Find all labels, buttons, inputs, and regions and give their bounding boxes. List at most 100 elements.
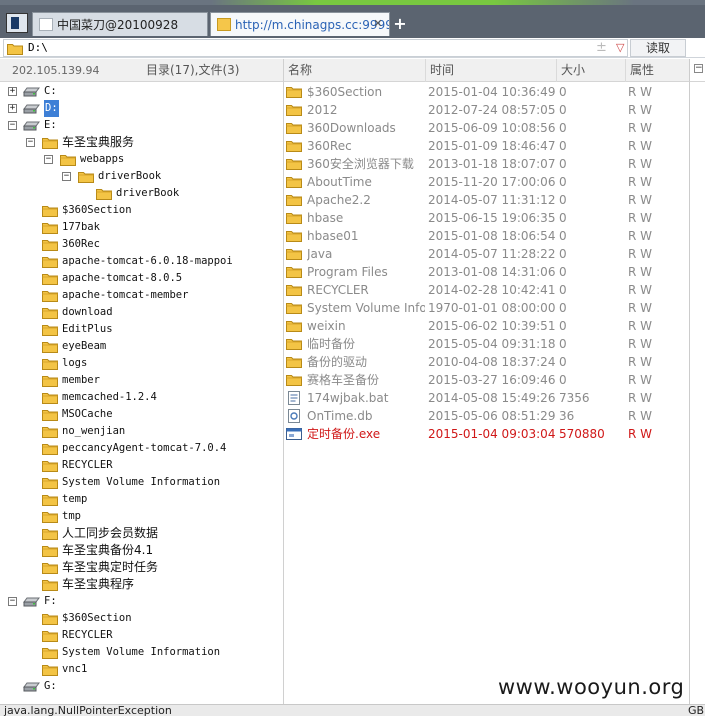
tree-item-label: System Volume Information [62,646,221,658]
file-row[interactable]: OnTime.db 2015-05-06 08:51:29 36 R W [284,407,689,425]
folder-icon [286,141,302,152]
tree-item-label: member [62,374,100,386]
tree-folder[interactable]: − webapps [0,151,283,168]
collapse-icon[interactable]: − [8,121,17,130]
tree-folder[interactable]: eyeBeam [0,338,283,355]
tree-drive[interactable]: − E: [0,117,283,134]
tree-folder[interactable]: logs [0,355,283,372]
file-row[interactable]: System Volume Inform...1970-01-01 08:00:… [284,299,689,317]
tree-folder[interactable]: System Volume Information [0,474,283,491]
file-row[interactable]: 360Rec 2015-01-09 18:46:47 0 R W [284,137,689,155]
file-row[interactable]: 360安全浏览器下载 2013-01-18 18:07:07 0 R W [284,155,689,173]
tree-drive[interactable]: − F: [0,593,283,610]
folder-icon [286,285,302,296]
directory-tree[interactable]: + C: + D: − E: − 车圣宝典服务 − webapps − driverBook drive… [0,82,284,704]
tree-drive[interactable]: G: [0,678,283,695]
file-row[interactable]: weixin 2015-06-02 10:39:51 0 R W [284,317,689,335]
file-row[interactable]: 360Downloads 2015-06-09 10:08:56 0 R W [284,119,689,137]
tree-item-label: G: [44,680,57,692]
file-time: 2015-01-04 10:36:49 [428,85,556,99]
folder-icon [60,155,76,166]
tree-folder[interactable]: apache-tomcat-8.0.5 [0,270,283,287]
app-logo-icon[interactable] [6,13,28,33]
tree-folder[interactable]: $360Section [0,610,283,627]
file-attributes: R W [628,247,653,261]
file-size: 570880 [559,427,605,441]
file-row[interactable]: 2012 2012-07-24 08:57:05 0 R W [284,101,689,119]
tree-item-label: 车圣宝典服务 [62,135,135,149]
file-row[interactable]: 174wjbak.bat 2014-05-08 15:49:26 7356 R W [284,389,689,407]
expand-icon[interactable]: + [8,104,17,113]
encoding-indicator[interactable]: GB [688,705,704,716]
tree-folder[interactable]: System Volume Information [0,644,283,661]
tree-folder[interactable]: 177bak [0,219,283,236]
tree-folder[interactable]: 360Rec [0,236,283,253]
tree-folder[interactable]: − 车圣宝典服务 [0,134,283,151]
path-value[interactable]: D:\ [28,41,48,54]
collapse-icon[interactable]: − [62,172,71,181]
path-field[interactable]: D:\ ± ▽ [3,39,628,57]
file-row[interactable]: Program Files 2013-01-08 14:31:06 0 R W [284,263,689,281]
chevron-down-icon[interactable]: ▽ [616,41,624,54]
tree-folder[interactable]: download [0,304,283,321]
folder-icon [42,427,58,438]
expand-icon[interactable]: + [8,87,17,96]
tree-folder[interactable]: vnc1 [0,661,283,678]
tree-folder[interactable]: 车圣宝典程序 [0,576,283,593]
file-name: 2012 [307,103,338,117]
column-attributes[interactable]: 属性 [625,59,689,82]
file-row[interactable]: 赛格车圣备份 2015-03-27 16:09:46 0 R W [284,371,689,389]
collapse-icon[interactable]: − [694,64,703,73]
tree-drive[interactable]: + C: [0,83,283,100]
tab-file-manager[interactable]: http://m.chinagps.cc:9999/dr... [210,12,390,36]
tab-shell-list[interactable]: 中国菜刀@20100928 [32,12,208,36]
file-row[interactable]: hbase 2015-06-15 19:06:35 0 R W [284,209,689,227]
add-bookmark-icon[interactable]: ± [596,40,607,55]
file-row[interactable]: AboutTime 2015-11-20 17:00:06 0 R W [284,173,689,191]
file-row[interactable]: Java 2014-05-07 11:28:22 0 R W [284,245,689,263]
collapse-icon[interactable]: − [8,597,17,606]
tree-folder[interactable]: MSOCache [0,406,283,423]
tree-folder[interactable]: RECYCLER [0,627,283,644]
collapse-icon[interactable]: − [26,138,35,147]
folder-icon [286,195,302,206]
file-row[interactable]: Apache2.2 2014-05-07 11:31:12 0 R W [284,191,689,209]
folder-icon [42,274,58,285]
file-row[interactable]: 备份的驱动 2010-04-08 18:37:24 0 R W [284,353,689,371]
tree-folder[interactable]: member [0,372,283,389]
tree-folder[interactable]: 车圣宝典定时任务 [0,559,283,576]
tree-folder[interactable]: apache-tomcat-member [0,287,283,304]
tree-folder[interactable]: apache-tomcat-6.0.18-mappoi [0,253,283,270]
tree-folder[interactable]: 车圣宝典备份4.1 [0,542,283,559]
file-row[interactable]: RECYCLER 2014-02-28 10:42:41 0 R W [284,281,689,299]
read-button[interactable]: 读取 [630,39,686,57]
new-tab-button[interactable]: + [392,14,408,34]
tree-folder[interactable]: no_wenjian [0,423,283,440]
file-row[interactable]: hbase01 2015-01-08 18:06:54 0 R W [284,227,689,245]
folder-icon [42,512,58,523]
folder-icon [42,665,58,676]
tree-folder[interactable]: 人工同步会员数据 [0,525,283,542]
tree-folder[interactable]: RECYCLER [0,457,283,474]
column-time[interactable]: 时间 [425,59,556,82]
tree-folder[interactable]: − driverBook [0,168,283,185]
file-row[interactable]: 定时备份.exe 2015-01-04 09:03:04 570880 R W [284,425,689,443]
tree-folder[interactable]: EditPlus [0,321,283,338]
column-size[interactable]: 大小 [556,59,625,82]
tree-folder[interactable]: driverBook [0,185,283,202]
close-tab-icon[interactable]: ✕ [371,17,385,31]
collapse-icon[interactable]: − [44,155,53,164]
folder-icon [42,393,58,404]
file-row[interactable]: 临时备份 2015-05-04 09:31:18 0 R W [284,335,689,353]
tree-folder[interactable]: peccancyAgent-tomcat-7.0.4 [0,440,283,457]
tree-folder[interactable]: temp [0,491,283,508]
file-attributes: R W [628,265,653,279]
file-row[interactable]: $360Section 2015-01-04 10:36:49 0 R W [284,83,689,101]
tree-drive[interactable]: + D: [0,100,283,117]
file-size: 0 [559,139,567,153]
column-name[interactable]: 名称 [284,59,425,82]
tree-folder[interactable]: memcached-1.2.4 [0,389,283,406]
file-list[interactable]: $360Section 2015-01-04 10:36:49 0 R W 2012 20… [284,82,689,704]
tree-folder[interactable]: $360Section [0,202,283,219]
tree-folder[interactable]: tmp [0,508,283,525]
